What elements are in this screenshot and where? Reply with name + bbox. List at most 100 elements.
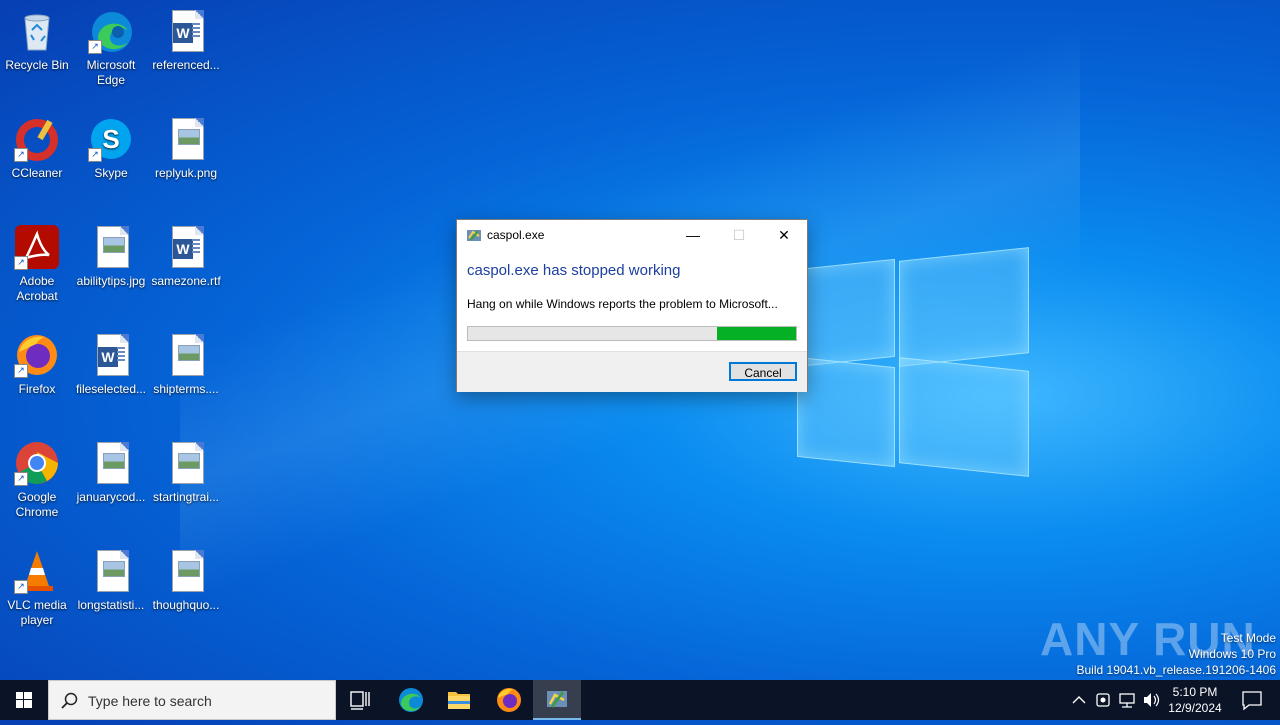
image-file-icon xyxy=(88,224,134,270)
watermark-line-edition: Windows 10 Pro xyxy=(1188,647,1276,661)
desktop-icon-google-chrome[interactable]: ↗ Google Chrome xyxy=(1,440,73,520)
desktop-icon-adobe-acrobat[interactable]: ↗ Adobe Acrobat xyxy=(1,224,73,304)
notification-icon xyxy=(1242,691,1262,711)
network-icon xyxy=(1119,693,1135,708)
show-hidden-icons-button[interactable] xyxy=(1068,680,1090,720)
shortcut-arrow-icon: ↗ xyxy=(88,40,102,54)
dialog-message: Hang on while Windows reports the proble… xyxy=(467,297,778,311)
desktop-icon-thoughquo[interactable]: thoughquo... xyxy=(150,548,222,613)
maximize-button: ☐ xyxy=(732,227,746,243)
desktop-icon-label: abilitytips.jpg xyxy=(76,274,146,288)
shortcut-arrow-icon: ↗ xyxy=(14,472,28,486)
desktop-icon-label: referenced... xyxy=(152,58,220,72)
edge-icon xyxy=(399,688,423,712)
task-view-icon xyxy=(350,691,370,710)
watermark-line-build: Build 19041.vb_release.191206-1406 xyxy=(1076,663,1277,677)
task-view-button[interactable] xyxy=(336,680,384,720)
desktop-icon-label: thoughquo... xyxy=(152,598,220,612)
desktop-icon-label: Adobe Acrobat xyxy=(16,274,58,303)
word-document-icon: W xyxy=(163,224,209,270)
progress-fill xyxy=(717,327,796,340)
shortcut-arrow-icon: ↗ xyxy=(14,256,28,270)
desktop-icon-januarycod[interactable]: januarycod... xyxy=(75,440,147,505)
start-button[interactable] xyxy=(0,680,48,720)
shortcut-arrow-icon: ↗ xyxy=(88,148,102,162)
edge-icon: ↗ xyxy=(88,8,134,54)
report-progress-bar xyxy=(467,326,797,341)
device-icon xyxy=(1096,693,1110,707)
desktop-icon-label: Firefox xyxy=(18,382,56,396)
minimize-button[interactable]: — xyxy=(670,220,716,250)
desktop-icon-microsoft-edge[interactable]: ↗ Microsoft Edge xyxy=(75,8,147,88)
word-document-icon: W xyxy=(88,332,134,378)
taskbar-file-explorer-button[interactable] xyxy=(435,680,483,720)
desktop-icon-referenced[interactable]: W referenced... xyxy=(150,8,222,73)
desktop-icon-label: Microsoft Edge xyxy=(86,58,136,87)
taskbar-caspol-button[interactable] xyxy=(533,680,581,720)
svg-text:S: S xyxy=(102,124,119,154)
close-button[interactable]: ✕ xyxy=(761,220,807,250)
chevron-up-icon xyxy=(1072,696,1086,704)
image-file-icon xyxy=(88,440,134,486)
recycle-bin-icon xyxy=(14,8,60,54)
windows-start-icon xyxy=(16,692,32,708)
windows-logo-wallpaper xyxy=(797,242,1029,480)
chrome-icon: ↗ xyxy=(14,440,60,486)
ccleaner-icon: ↗ xyxy=(14,116,60,162)
firefox-icon: ↗ xyxy=(14,332,60,378)
taskbar-edge-button[interactable] xyxy=(387,680,435,720)
desktop-icon-label: replyuk.png xyxy=(154,166,218,180)
desktop-icon-longstatisti[interactable]: longstatisti... xyxy=(75,548,147,613)
taskbar: Type here to search 5:10 PM 12/9/2024 xyxy=(0,680,1280,720)
image-file-icon xyxy=(163,548,209,594)
desktop-icon-label: longstatisti... xyxy=(77,598,145,612)
desktop-icon-replyuk[interactable]: replyuk.png xyxy=(150,116,222,181)
desktop-icon-startingtrai[interactable]: startingtrai... xyxy=(150,440,222,505)
tray-network-button[interactable] xyxy=(1116,680,1138,720)
desktop-icon-firefox[interactable]: ↗ Firefox xyxy=(1,332,73,397)
search-placeholder: Type here to search xyxy=(88,693,212,709)
taskbar-search-box[interactable]: Type here to search xyxy=(48,680,336,720)
dialog-footer: Cancel xyxy=(457,351,807,392)
error-dialog: caspol.exe — ☐ ✕ caspol.exe has stopped … xyxy=(456,219,808,392)
app-shield-icon xyxy=(466,227,482,243)
desktop-icon-recycle-bin[interactable]: Recycle Bin xyxy=(1,8,73,73)
tray-volume-button[interactable] xyxy=(1140,680,1162,720)
desktop-icon-shipterms[interactable]: shipterms.... xyxy=(150,332,222,397)
desktop-icon-label: startingtrai... xyxy=(152,490,220,504)
folder-icon xyxy=(448,692,470,709)
shortcut-arrow-icon: ↗ xyxy=(14,364,28,378)
firefox-icon xyxy=(497,688,521,712)
clock-time: 5:10 PM xyxy=(1172,685,1218,699)
action-center-button[interactable] xyxy=(1232,680,1272,720)
cancel-button[interactable]: Cancel xyxy=(729,362,797,381)
desktop-icon-label: januarycod... xyxy=(76,490,146,504)
shortcut-arrow-icon: ↗ xyxy=(14,580,28,594)
desktop-icon-abilitytips[interactable]: abilitytips.jpg xyxy=(75,224,147,289)
image-file-icon xyxy=(163,440,209,486)
skype-icon: S ↗ xyxy=(88,116,134,162)
dialog-heading: caspol.exe has stopped working xyxy=(467,262,681,279)
watermark: ANY RUN Test Mode Windows 10 Pro Build 1… xyxy=(1040,612,1280,677)
desktop-icon-label: CCleaner xyxy=(11,166,63,180)
word-document-icon: W xyxy=(163,8,209,54)
desktop-icon-skype[interactable]: S ↗ Skype xyxy=(75,116,147,181)
desktop-icon-ccleaner[interactable]: ↗ CCleaner xyxy=(1,116,73,181)
search-icon xyxy=(61,692,78,709)
app-shield-icon xyxy=(547,691,567,708)
adobe-acrobat-icon: ↗ xyxy=(14,224,60,270)
desktop-icon-samezone[interactable]: W samezone.rtf xyxy=(150,224,222,289)
taskbar-clock[interactable]: 5:10 PM 12/9/2024 xyxy=(1164,684,1226,716)
taskbar-firefox-button[interactable] xyxy=(485,680,533,720)
dialog-titlebar[interactable]: caspol.exe — ☐ ✕ xyxy=(457,220,807,250)
desktop-icon-label: samezone.rtf xyxy=(151,274,221,288)
shortcut-arrow-icon: ↗ xyxy=(14,148,28,162)
clock-date: 12/9/2024 xyxy=(1168,701,1222,715)
desktop-icon-label: Recycle Bin xyxy=(5,58,69,72)
tray-device-button[interactable] xyxy=(1092,680,1114,720)
desktop-icon-label: shipterms.... xyxy=(153,382,219,396)
desktop-icon-fileselected[interactable]: W fileselected... xyxy=(75,332,147,397)
desktop-icon-vlc[interactable]: ↗ VLC media player xyxy=(1,548,73,628)
dialog-title: caspol.exe xyxy=(487,228,545,242)
desktop-icon-label: Skype xyxy=(94,166,128,180)
